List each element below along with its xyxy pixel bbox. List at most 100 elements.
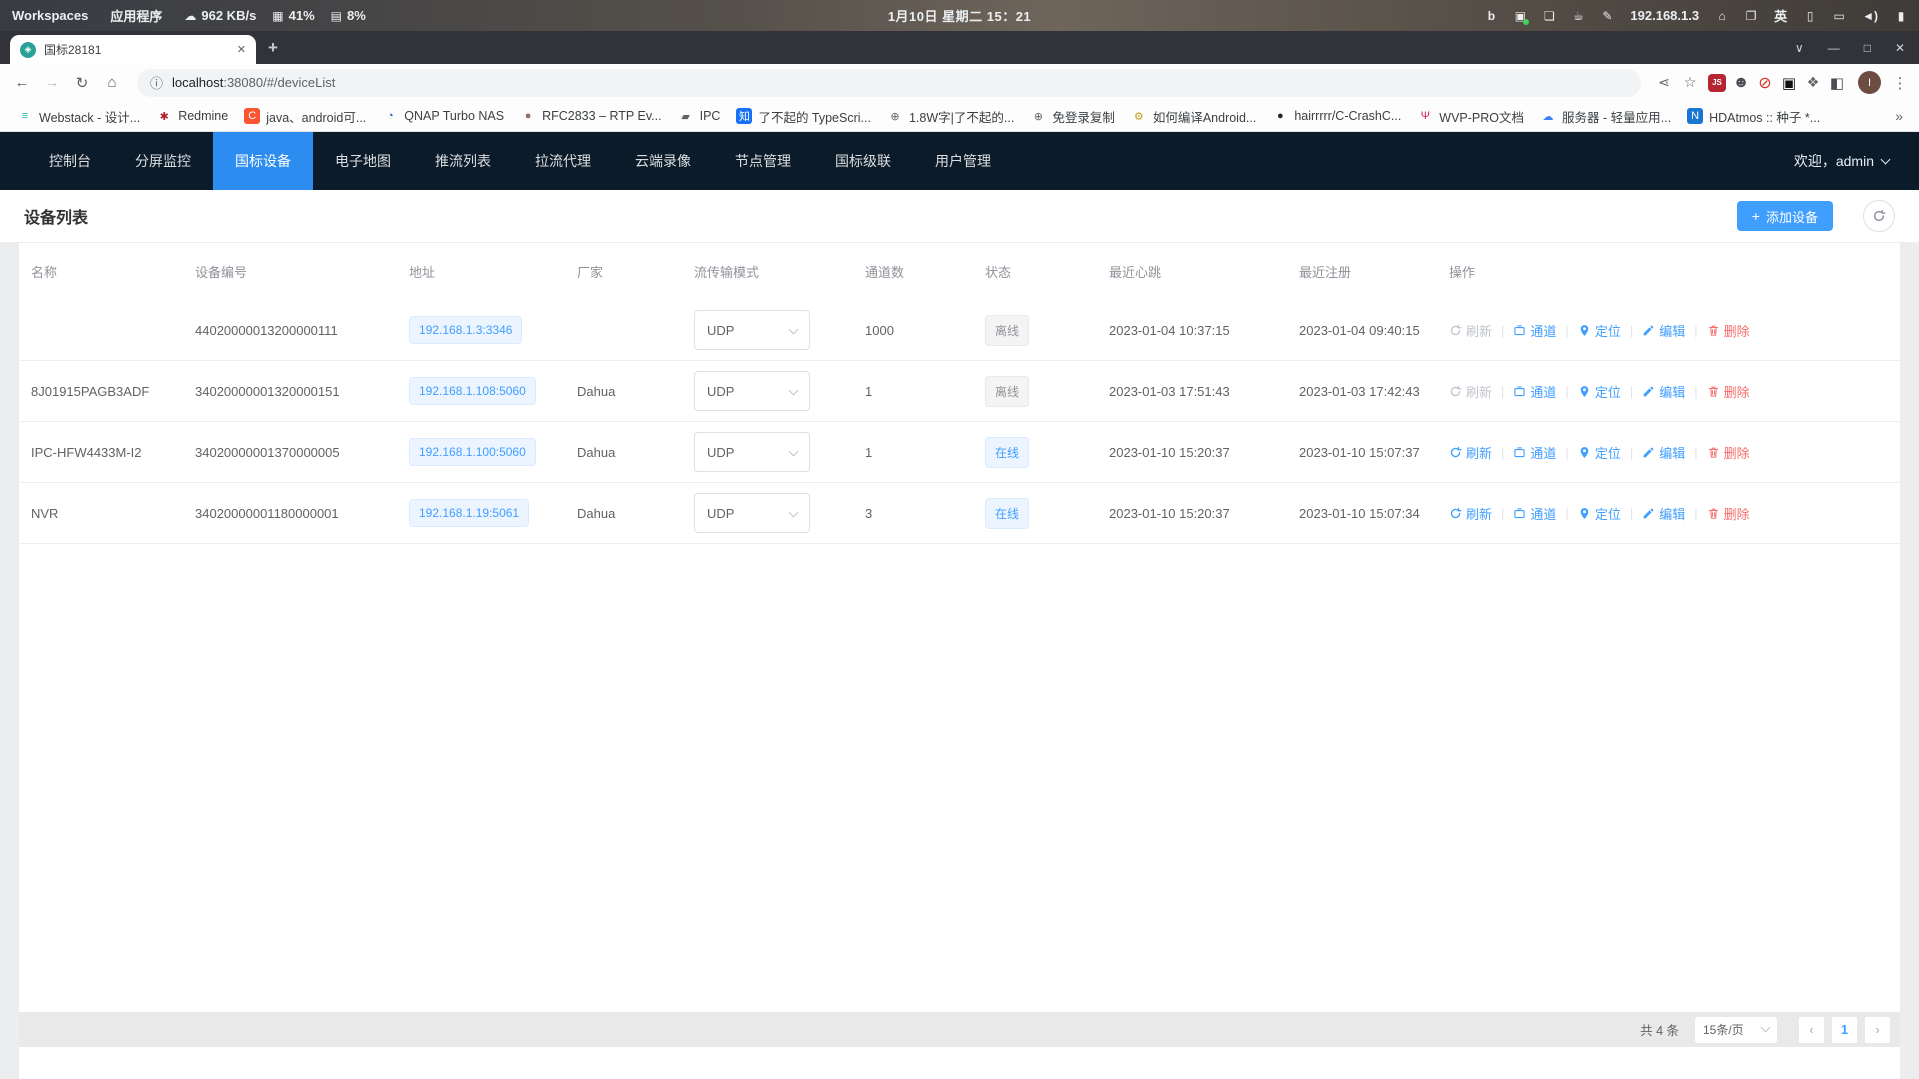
channel-icon <box>1513 507 1526 520</box>
js-extension-icon[interactable]: JS <box>1708 74 1726 92</box>
new-tab-button[interactable]: + <box>268 38 278 58</box>
edit-action[interactable]: 编辑 <box>1642 504 1685 523</box>
refresh-device-action[interactable]: 刷新 <box>1449 321 1492 340</box>
cell-status: 离线 <box>975 315 1099 346</box>
bookmark-item[interactable]: ΨWVP-PRO文档 <box>1410 104 1531 129</box>
extensions-puzzle-icon[interactable]: ❖ <box>1804 74 1822 92</box>
bookmark-item[interactable]: NHDAtmos :: 种子 *... <box>1680 104 1827 129</box>
bookmarks-overflow-button[interactable]: » <box>1889 108 1909 124</box>
bookmark-star-icon[interactable]: ☆ <box>1679 74 1701 91</box>
nav-item-1[interactable]: 控制台 <box>27 132 113 190</box>
back-button[interactable]: ← <box>9 74 35 91</box>
site-info-icon[interactable]: ⓘ <box>150 73 163 92</box>
tab-close-icon[interactable]: ✕ <box>237 43 246 56</box>
tab-search-icon[interactable]: ∨ <box>1795 41 1804 55</box>
browser-tab[interactable]: ◈ 国标28181 ✕ <box>10 35 256 64</box>
edit-action[interactable]: 编辑 <box>1642 382 1685 401</box>
maximize-icon[interactable]: □ <box>1864 41 1871 55</box>
nav-item-5[interactable]: 推流列表 <box>413 132 513 190</box>
minimize-icon[interactable]: — <box>1828 41 1840 55</box>
locate-action[interactable]: 定位 <box>1578 443 1621 462</box>
frame-extension-icon[interactable]: ▣ <box>1780 74 1798 92</box>
bing-icon[interactable]: b <box>1485 9 1497 23</box>
bookmark-item[interactable]: ⊕免登录复制 <box>1023 104 1122 129</box>
next-page-button[interactable]: › <box>1865 1017 1890 1043</box>
refresh-device-action[interactable]: 刷新 <box>1449 443 1492 462</box>
user-menu[interactable]: 欢迎，admin <box>1794 151 1919 171</box>
github-icon: ● <box>1272 108 1288 124</box>
forward-button[interactable]: → <box>39 74 65 91</box>
locate-action[interactable]: 定位 <box>1578 504 1621 523</box>
stream-mode-select[interactable]: UDP <box>694 371 810 411</box>
stream-mode-select[interactable]: UDP <box>694 493 810 533</box>
dark-reader-extension-icon[interactable]: ◧ <box>1828 74 1846 92</box>
share-icon[interactable]: ⋖ <box>1653 74 1675 91</box>
delete-action[interactable]: 删除 <box>1707 443 1750 462</box>
edit-action[interactable]: 编辑 <box>1642 321 1685 340</box>
channel-action[interactable]: 通道 <box>1513 321 1556 340</box>
workspaces-button[interactable]: Workspaces <box>12 8 88 23</box>
address-bar[interactable]: ⓘ localhost:38080/#/deviceList <box>137 69 1641 97</box>
nav-item-9[interactable]: 国标级联 <box>813 132 913 190</box>
volume-icon[interactable]: ◄) <box>1862 9 1878 23</box>
bookmark-item[interactable]: ≡Webstack - 设计... <box>10 104 147 129</box>
channel-action[interactable]: 通道 <box>1513 443 1556 462</box>
nav-item-2[interactable]: 分屏监控 <box>113 132 213 190</box>
bookmark-item[interactable]: ⚙如何编译Android... <box>1124 104 1264 129</box>
stream-mode-select[interactable]: UDP <box>694 310 810 350</box>
display-icon[interactable]: ▭ <box>1833 9 1845 23</box>
bookmark-item[interactable]: ⊕1.8W字|了不起的... <box>880 104 1021 129</box>
bookmark-item[interactable]: ☁服务器 - 轻量应用... <box>1533 104 1678 129</box>
nav-item-7[interactable]: 云端录像 <box>613 132 713 190</box>
page-size-select[interactable]: 15条/页 <box>1695 1017 1777 1043</box>
nav-item-3[interactable]: 国标设备 <box>213 132 313 190</box>
ip-address[interactable]: 192.168.1.3 <box>1630 8 1699 23</box>
edit-action[interactable]: 编辑 <box>1642 443 1685 462</box>
nav-item-8[interactable]: 节点管理 <box>713 132 813 190</box>
bookmark-item[interactable]: ✱Redmine <box>149 105 235 127</box>
clock-datetime[interactable]: 1月10日 星期二 15：21 <box>888 6 1031 25</box>
battery-icon[interactable]: ▮ <box>1895 9 1907 23</box>
delete-action[interactable]: 删除 <box>1707 504 1750 523</box>
reload-button[interactable]: ↻ <box>69 74 95 92</box>
column-header: 地址 <box>399 262 567 281</box>
bookmark-item[interactable]: 知了不起的 TypeScri... <box>729 104 878 129</box>
bookmark-item[interactable]: Cjava、android可... <box>237 104 373 129</box>
refresh-list-button[interactable] <box>1863 200 1895 232</box>
color-picker-icon[interactable]: ✎ <box>1601 9 1613 23</box>
delete-action[interactable]: 删除 <box>1707 321 1750 340</box>
stream-mode-select[interactable]: UDP <box>694 432 810 472</box>
adblock-extension-icon[interactable]: ⊘ <box>1756 74 1774 92</box>
locate-action[interactable]: 定位 <box>1578 321 1621 340</box>
bookmark-item[interactable]: ▰IPC <box>671 105 728 127</box>
screen-rotate-icon[interactable]: ▯ <box>1804 9 1816 23</box>
screenshot-app-icon[interactable]: ▣ <box>1514 9 1526 23</box>
refresh-device-action[interactable]: 刷新 <box>1449 504 1492 523</box>
nav-item-10[interactable]: 用户管理 <box>913 132 1013 190</box>
nav-item-6[interactable]: 拉流代理 <box>513 132 613 190</box>
input-language-indicator[interactable]: 英 <box>1774 6 1787 25</box>
close-icon[interactable]: ✕ <box>1895 41 1905 55</box>
bookmark-item[interactable]: ●hairrrrr/C-CrashC... <box>1265 105 1408 127</box>
profile-avatar[interactable]: I <box>1858 71 1881 94</box>
bookmark-item[interactable]: ◔QNAP Turbo NAS <box>375 105 511 127</box>
prev-page-button[interactable]: ‹ <box>1799 1017 1824 1043</box>
window-switcher-icon[interactable]: ❐ <box>1745 9 1757 23</box>
delete-action[interactable]: 删除 <box>1707 382 1750 401</box>
refresh-device-action[interactable]: 刷新 <box>1449 382 1492 401</box>
add-device-button[interactable]: + 添加设备 <box>1737 201 1833 231</box>
bookmark-item[interactable]: ●RFC2833 – RTP Ev... <box>513 105 669 127</box>
applications-button[interactable]: 应用程序 <box>110 6 162 25</box>
nav-item-4[interactable]: 电子地图 <box>313 132 413 190</box>
locate-action[interactable]: 定位 <box>1578 382 1621 401</box>
coffee-icon[interactable]: ☕ <box>1572 9 1584 23</box>
page-number-button[interactable]: 1 <box>1832 1017 1857 1043</box>
channel-action[interactable]: 通道 <box>1513 504 1556 523</box>
channel-action[interactable]: 通道 <box>1513 382 1556 401</box>
clipboard-icon[interactable]: ❏ <box>1543 9 1555 23</box>
cpu-usage-icon: ▦ <box>272 9 283 23</box>
incognito-extension-icon[interactable]: ☻ <box>1732 74 1750 92</box>
home-icon[interactable]: ⌂ <box>1716 9 1728 23</box>
browser-home-button[interactable]: ⌂ <box>99 74 125 91</box>
browser-menu-icon[interactable]: ⋮ <box>1890 74 1910 92</box>
